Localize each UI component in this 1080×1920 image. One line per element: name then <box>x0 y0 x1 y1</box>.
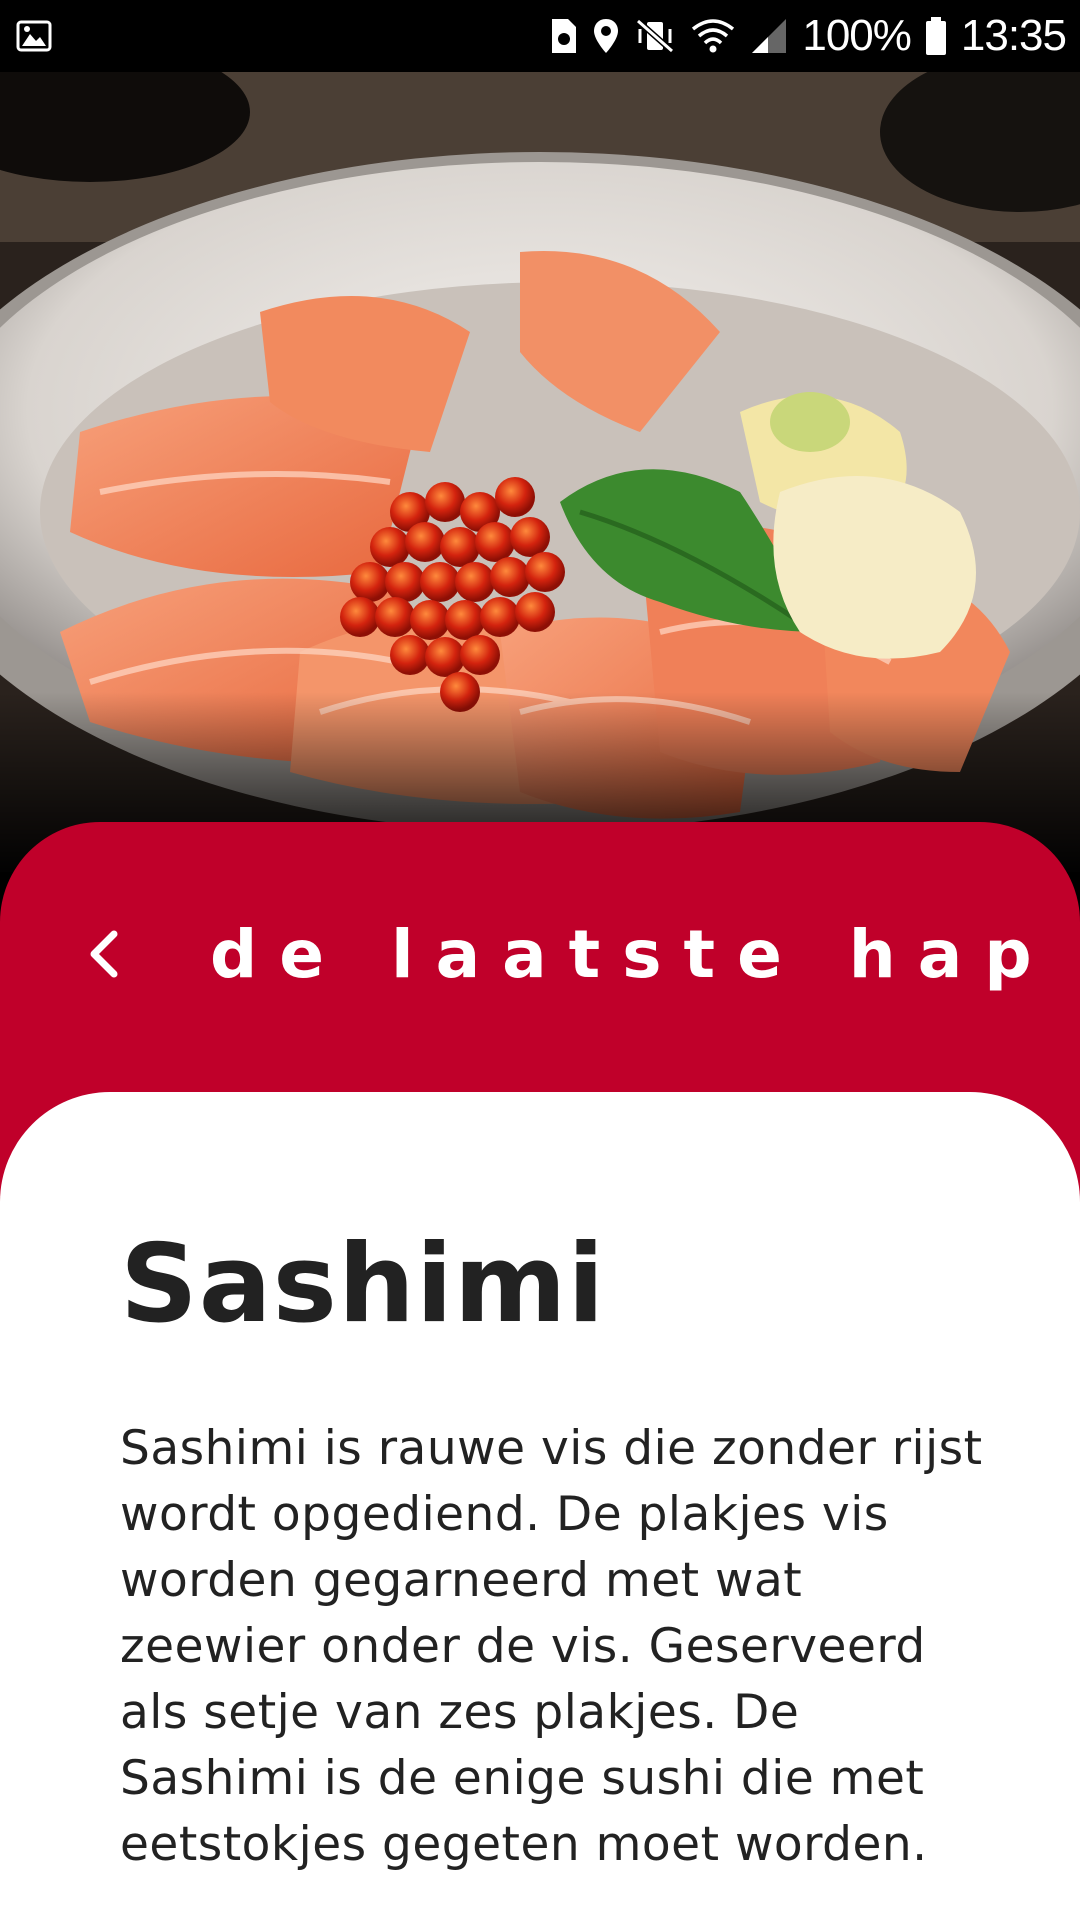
vibrate-mute-icon <box>634 17 676 55</box>
sim-icon <box>550 17 578 55</box>
image-icon <box>16 20 52 52</box>
wifi-icon <box>690 17 736 55</box>
hero-image <box>0 72 1080 872</box>
chevron-left-icon <box>84 928 124 984</box>
dish-description: Sashimi is rauwe vis die zonder rijst wo… <box>120 1421 983 1872</box>
battery-percentage: 100% <box>802 11 912 60</box>
signal-icon <box>750 17 788 55</box>
location-icon <box>592 17 620 55</box>
status-bar: 100% 13:35 <box>0 0 1080 72</box>
clock: 13:35 <box>960 11 1067 60</box>
battery-icon <box>925 16 947 56</box>
dish-title: Sashimi <box>120 1222 606 1347</box>
back-button[interactable] <box>72 920 136 992</box>
app-brand: de laatste hap <box>210 916 1054 993</box>
screen: 100% 13:35 de laatste hap Sashimi Sashim… <box>0 0 1080 1920</box>
